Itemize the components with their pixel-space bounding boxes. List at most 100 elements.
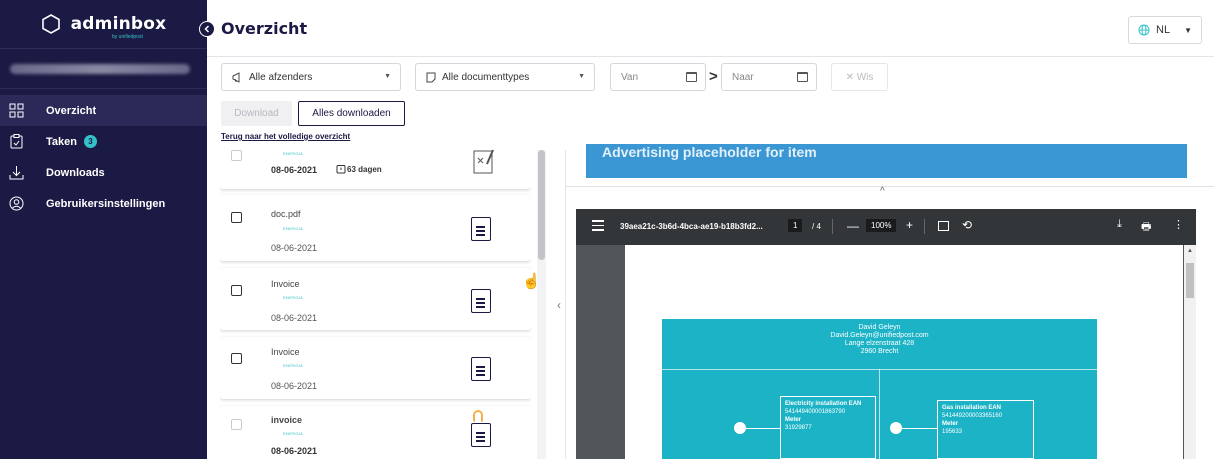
sidebar: adminbox by unifiedpost Overzicht Taken … xyxy=(0,0,207,459)
document-title: invoice xyxy=(271,415,303,425)
gas-icon xyxy=(890,422,902,434)
print-icon[interactable]: 🖶 xyxy=(1141,218,1151,237)
checkbox[interactable] xyxy=(231,419,242,430)
gas-info-box: Gas installation EAN 541449200003365160 … xyxy=(937,400,1034,459)
menu-icon[interactable] xyxy=(592,220,604,234)
calendar-icon xyxy=(686,72,697,82)
preview-separator xyxy=(565,186,1214,187)
electricity-ean-value: 541449400001863790 xyxy=(785,409,846,415)
checkbox[interactable] xyxy=(231,285,242,296)
zoom-out-icon[interactable]: — xyxy=(847,219,859,233)
document-title: Invoice xyxy=(271,279,300,289)
gas-ean-title: Gas installation EAN xyxy=(942,405,1002,411)
megaphone-icon xyxy=(232,71,240,83)
list-item[interactable]: ENERGIA 08-06-2021 63 dagen xyxy=(220,146,531,189)
list-item[interactable]: doc.pdf ENERGIA 08-06-2021 xyxy=(220,195,531,261)
sender-label: ENERGIA xyxy=(283,226,304,231)
clock-icon xyxy=(336,165,346,174)
collapse-sidebar-button[interactable] xyxy=(199,21,215,37)
senders-select[interactable]: Alle afzenders ▼ xyxy=(221,63,401,91)
user-name[interactable] xyxy=(0,49,207,89)
app: adminbox by unifiedpost Overzicht Taken … xyxy=(0,0,1214,459)
fit-page-icon[interactable] xyxy=(938,221,949,231)
calendar-icon xyxy=(797,72,808,82)
document-date: 08-06-2021 xyxy=(271,243,318,253)
divider xyxy=(879,369,880,459)
hand-cursor-icon: ☝ xyxy=(522,273,541,290)
brand-sub: by unifiedpost xyxy=(112,34,143,40)
download-icon[interactable]: ⤓ xyxy=(1117,218,1122,231)
chevron-up-icon[interactable]: ^ xyxy=(880,186,885,197)
document-date: 08-06-2021 xyxy=(271,313,318,323)
zoom-level-input[interactable]: 100% xyxy=(866,219,897,232)
doctypes-select[interactable]: Alle documenttypes ▼ xyxy=(415,63,595,91)
sidebar-item-gebruikersinstellingen[interactable]: Gebruikersinstellingen xyxy=(0,188,207,219)
customer-city: 2960 Brecht xyxy=(860,348,899,355)
checkbox[interactable] xyxy=(231,353,242,364)
globe-icon xyxy=(1138,24,1150,36)
document-icon xyxy=(471,217,491,241)
download-all-button[interactable]: Alles downloaden xyxy=(298,101,405,126)
list-scrollbar-thumb[interactable] xyxy=(538,150,545,260)
gas-ean-value: 541449200003365160 xyxy=(942,413,1003,419)
date-to-field[interactable]: Naar xyxy=(721,63,817,91)
tasks-count-badge: 3 xyxy=(83,135,97,148)
brand-name: adminbox xyxy=(70,14,167,34)
sender-label: ENERGIA xyxy=(283,151,304,156)
pdf-toolbar: 39aea21c-3b6d-4bca-ae19-b18b3fd2... 1 / … xyxy=(576,209,1196,245)
zoom-in-icon[interactable]: + xyxy=(906,218,913,232)
sidebar-item-label: Overzicht xyxy=(46,104,97,117)
page-total: / 4 xyxy=(812,222,821,231)
scroll-up-arrow-icon[interactable]: ▲ xyxy=(1187,248,1193,254)
sender-label: ENERGIA xyxy=(283,363,304,368)
chevron-left-icon xyxy=(204,25,210,33)
doctypes-value: Alle documenttypes xyxy=(442,71,530,83)
brand[interactable]: adminbox by unifiedpost xyxy=(0,0,207,49)
chevron-left-icon[interactable]: ‹ xyxy=(557,298,561,312)
signature-document-icon xyxy=(473,149,494,174)
document-icon xyxy=(471,357,491,381)
user-settings-icon xyxy=(9,196,24,211)
download-icon xyxy=(9,166,24,180)
clipboard-icon xyxy=(10,134,23,149)
clear-filters-button[interactable]: ✕ Wis xyxy=(831,63,888,91)
chevron-down-icon: ▼ xyxy=(578,73,585,80)
pane-divider[interactable] xyxy=(565,150,566,459)
language-value: NL xyxy=(1156,24,1171,36)
checkbox[interactable] xyxy=(231,150,242,161)
customer-name: David Geleyn xyxy=(858,324,901,331)
date-from-field[interactable]: Van xyxy=(610,63,706,91)
language-select[interactable]: NL ▼ xyxy=(1128,16,1202,44)
list-item[interactable]: Invoice ENERGIA 08-06-2021 xyxy=(220,337,531,399)
sender-label: ENERGIA xyxy=(283,431,304,436)
adminbox-logo-icon xyxy=(41,14,60,34)
electricity-meter-value: 31929877 xyxy=(785,425,812,431)
rotate-icon[interactable]: ⟲ xyxy=(962,218,972,232)
list-item[interactable]: invoice ENERGIA 08-06-2021 xyxy=(220,406,531,459)
electricity-meter-label: Meter xyxy=(785,417,802,423)
sidebar-item-overzicht[interactable]: Overzicht xyxy=(0,95,207,126)
back-to-overview-link[interactable]: Terug naar het volledige overzicht xyxy=(221,132,350,141)
toolbar-divider xyxy=(832,219,833,234)
sidebar-item-label: Taken xyxy=(46,135,77,148)
document-date: 08-06-2021 xyxy=(271,165,318,175)
document-date: 08-06-2021 xyxy=(271,381,318,391)
chevron-right-icon: > xyxy=(709,68,718,85)
sidebar-item-taken[interactable]: Taken 3 xyxy=(0,126,207,157)
sidebar-item-label: Downloads xyxy=(46,166,105,179)
page-title: Overzicht xyxy=(221,19,308,38)
advertising-banner[interactable]: Advertising placeholder for item xyxy=(586,144,1187,178)
pdf-scrollbar-thumb[interactable] xyxy=(1186,263,1194,298)
sidebar-item-downloads[interactable]: Downloads xyxy=(0,157,207,188)
more-options-icon[interactable]: ⋮ xyxy=(1173,218,1184,231)
electricity-info-box: Electricity installation EAN 54144940000… xyxy=(780,396,876,459)
chevron-down-icon: ▼ xyxy=(1184,25,1192,35)
download-button[interactable]: Download xyxy=(221,101,292,126)
date-to-placeholder: Naar xyxy=(732,71,754,83)
lock-icon xyxy=(473,410,483,422)
page-number-input[interactable]: 1 xyxy=(788,219,803,232)
sender-label: ENERGIA xyxy=(283,295,304,300)
checkbox[interactable] xyxy=(231,212,242,223)
gas-meter-label: Meter xyxy=(942,421,959,427)
list-item[interactable]: Invoice ENERGIA 08-06-2021 xyxy=(220,268,531,330)
